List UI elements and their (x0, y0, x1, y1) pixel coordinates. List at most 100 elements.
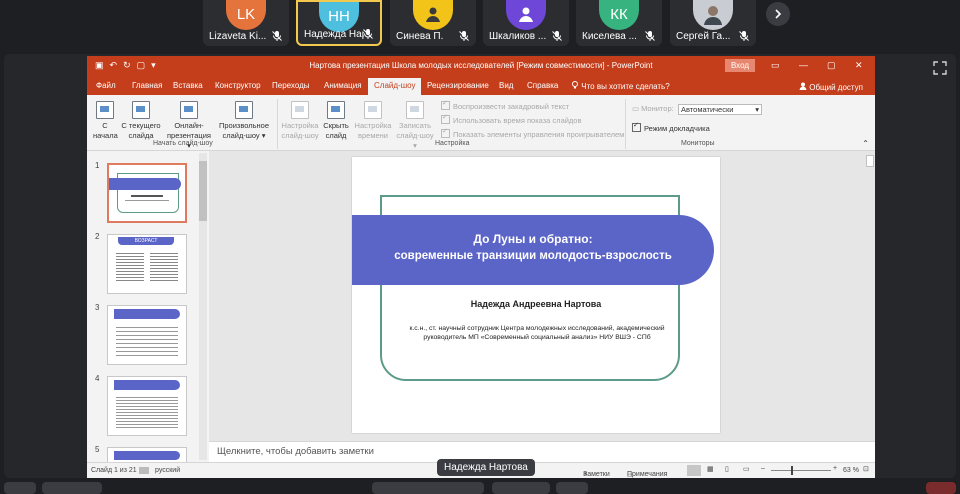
participant-name: Шкаликов ... (489, 31, 547, 42)
from-beginning-button[interactable]: С начала (93, 101, 118, 141)
monitor-select[interactable]: Автоматически ▾ (678, 104, 762, 115)
zoom-out-icon[interactable]: – (761, 465, 765, 472)
slide-sorter-icon[interactable]: ▦ (707, 465, 714, 473)
fullscreen-icon[interactable] (932, 60, 948, 76)
leave-button[interactable] (926, 482, 956, 494)
checkbox-label: Показать элементы управления проигрывате… (453, 130, 625, 139)
slide-affiliation[interactable]: к.с.н., ст. научный сотрудник Центра мол… (392, 325, 682, 342)
tell-me-label: Что вы хотите сделать? (581, 82, 670, 91)
slide-author[interactable]: Надежда Андреевна Нартова (352, 299, 720, 309)
tab-view[interactable]: Вид (499, 81, 513, 90)
presenter-view-checkbox[interactable]: Режим докладчика (632, 121, 710, 133)
participant-tile[interactable]: Шкаликов ... (483, 0, 569, 46)
thumb-number: 1 (95, 161, 100, 170)
next-participants-button[interactable] (766, 2, 790, 26)
from-current-slide-button[interactable]: С текущего слайда (120, 101, 162, 141)
rehearse-timings-button[interactable]: Настройка времени (353, 101, 393, 141)
tab-file[interactable]: Файл (96, 81, 116, 90)
fit-slide-icon[interactable]: ⊡ (863, 465, 869, 473)
editor-scrollbar[interactable] (865, 151, 875, 441)
tab-home[interactable]: Главная (132, 81, 162, 90)
show-media-controls-checkbox[interactable]: Показать элементы управления проигрывате… (441, 127, 625, 139)
mic-off-icon (552, 31, 562, 41)
setup-slideshow-icon (291, 101, 309, 119)
person-icon (799, 82, 807, 90)
zoom-in-icon[interactable]: + (833, 465, 837, 472)
normal-view-icon[interactable] (687, 465, 701, 476)
current-slide[interactable]: До Луны и обратно: современные транзиции… (352, 157, 720, 433)
collapse-ribbon-icon[interactable]: ⌃ (862, 139, 869, 148)
thumb-banner (114, 451, 180, 460)
custom-slideshow-button[interactable]: Произвольное слайд-шоу ▾ (217, 101, 271, 141)
toolbar-button[interactable] (372, 482, 484, 494)
hide-slide-button[interactable]: Скрыть слайд (322, 101, 350, 141)
avatar-photo (693, 0, 733, 30)
thumb-number: 4 (95, 374, 100, 383)
slide-thumbnail-4[interactable] (107, 376, 187, 436)
language[interactable]: русский (155, 467, 180, 474)
reading-view-icon[interactable]: ▯ (725, 465, 729, 473)
minimize-icon[interactable]: — (799, 60, 808, 70)
button-label: Скрыть (323, 121, 349, 130)
user-icon (426, 7, 440, 22)
checkbox-box (441, 127, 450, 138)
participant-tile[interactable]: LK Lizaveta Ki... (203, 0, 289, 46)
tab-insert[interactable]: Вставка (173, 81, 203, 90)
mic-off-icon (459, 31, 469, 41)
thumbs-scroll-thumb[interactable] (199, 161, 207, 221)
notes-pane[interactable]: Щелкните, чтобы добавить заметки (209, 441, 875, 463)
spellcheck-icon[interactable] (139, 467, 149, 474)
tab-transitions[interactable]: Переходы (272, 81, 310, 90)
zoom-slider[interactable] (771, 470, 831, 471)
setup-slideshow-button[interactable]: Настройка слайд-шоу (280, 101, 320, 141)
participant-tile[interactable]: КК Киселева ... (576, 0, 662, 46)
tab-slideshow[interactable]: Слайд-шоу (368, 78, 422, 95)
tab-help[interactable]: Справка (527, 81, 558, 90)
button-label: слайд-шоу (281, 131, 319, 140)
zoom-level[interactable]: 63 % (843, 467, 859, 474)
chevron-down-icon: ▾ (755, 105, 759, 114)
online-presentation-icon (180, 101, 198, 119)
mic-off-icon (272, 31, 282, 41)
zoom-slider-handle[interactable] (791, 466, 793, 475)
monitor-text: Монитор: (641, 104, 674, 113)
tab-design[interactable]: Конструктор (215, 81, 261, 90)
participant-tile[interactable]: Сергей Га... (670, 0, 756, 46)
signin-button[interactable]: Вход (725, 59, 755, 72)
ribbon-options-icon[interactable]: ▭ (771, 60, 780, 71)
share-button[interactable]: Общий доступ (799, 82, 863, 92)
participant-tile[interactable]: Синева П. (390, 0, 476, 46)
tell-me-search[interactable]: Что вы хотите сделать? (571, 81, 670, 91)
maximize-icon[interactable]: ▢ (827, 60, 836, 71)
tab-review[interactable]: Рецензирование (427, 81, 489, 90)
slide-thumbnail-5[interactable] (107, 447, 187, 462)
record-slideshow-button[interactable]: Записать слайд-шоу ▾ (395, 101, 435, 151)
checkbox-label: Воспроизвести закадровый текст (453, 102, 570, 111)
close-icon[interactable]: ✕ (855, 60, 863, 71)
button-label: С текущего (121, 121, 161, 130)
slide-thumbnail-3[interactable] (107, 305, 187, 365)
avatar: НН (319, 2, 359, 32)
monitor-label: ▭ Монитор: (632, 104, 674, 113)
thumb-banner (114, 309, 180, 319)
toolbar-button[interactable] (556, 482, 588, 494)
group-separator (277, 99, 278, 149)
title-banner[interactable]: До Луны и обратно: современные транзиции… (352, 215, 714, 285)
use-timings-checkbox[interactable]: Использовать время показа слайдов (441, 113, 581, 125)
editor-scroll-thumb[interactable] (866, 155, 874, 167)
thumb-number: 3 (95, 303, 100, 312)
slide-thumbnail-1[interactable] (107, 163, 187, 223)
thumb-text (150, 251, 178, 281)
toolbar-button[interactable] (42, 482, 102, 494)
slide-thumbnail-2[interactable]: ВОЗРАСТ (107, 234, 187, 294)
toolbar-button[interactable] (4, 482, 36, 494)
button-label: слайд-шоу ▾ (396, 131, 434, 150)
play-narrations-checkbox[interactable]: Воспроизвести закадровый текст (441, 99, 570, 111)
button-label: слайд (325, 131, 347, 140)
participant-tile-active[interactable]: НН Надежда Нар... (296, 0, 382, 46)
toolbar-button[interactable] (492, 482, 550, 494)
mic-off-icon (645, 31, 655, 41)
tab-animations[interactable]: Анимация (324, 81, 362, 90)
button-label: времени (358, 131, 388, 140)
slideshow-view-icon[interactable]: ▭ (743, 465, 750, 473)
